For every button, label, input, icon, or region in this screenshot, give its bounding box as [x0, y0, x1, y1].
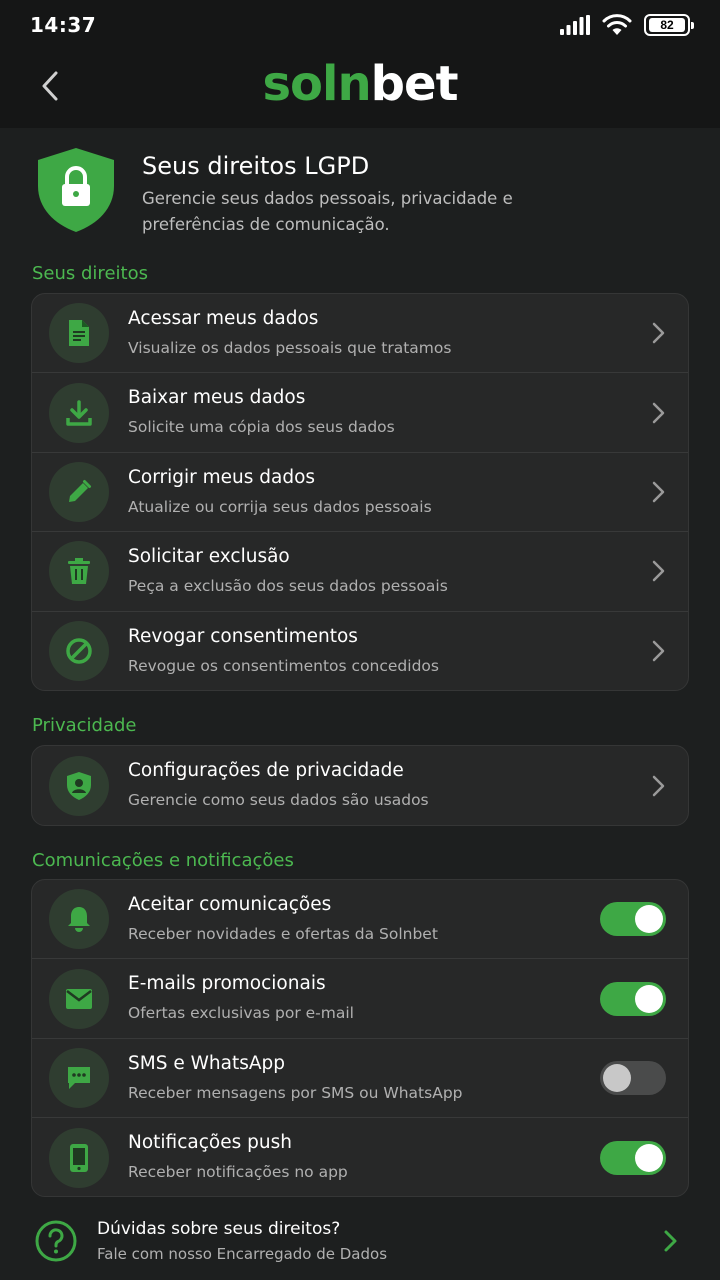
- status-icons: 82: [560, 14, 694, 36]
- privacy-item-settings[interactable]: Configurações de privacidade Gerencie co…: [32, 746, 688, 825]
- rights-item-delete[interactable]: Solicitar exclusão Peça a exclusão dos s…: [32, 532, 688, 612]
- toggle-accept-communications[interactable]: [600, 902, 666, 937]
- icon-circle: [49, 1047, 109, 1108]
- status-bar: 14:37 82: [0, 0, 720, 52]
- icon-circle: [49, 382, 109, 443]
- dpo-contact-link[interactable]: Dúvidas sobre seus direitos? Fale com no…: [0, 1200, 720, 1280]
- icon-circle: [49, 461, 109, 522]
- chat-icon: [68, 1066, 90, 1089]
- icon-circle: [49, 755, 109, 816]
- pencil-icon: [69, 479, 91, 502]
- chevron-right-icon: [652, 481, 665, 503]
- comm-item-sms: SMS e WhatsApp Receber mensagens por SMS…: [32, 1039, 688, 1119]
- item-subtitle: Atualize ou corrija seus dados pessoais: [128, 497, 432, 516]
- item-subtitle: Visualize os dados pessoais que tratamos: [128, 339, 452, 357]
- document-icon: [69, 320, 89, 347]
- icon-circle: [49, 968, 109, 1029]
- trash-icon: [68, 558, 90, 585]
- icon-circle: [49, 1127, 109, 1188]
- page-title: Seus direitos LGPD: [142, 152, 370, 180]
- rights-card: Acessar meus dados Visualize os dados pe…: [31, 293, 689, 691]
- item-title: Notificações push: [128, 1132, 292, 1154]
- item-title: E-mails promocionais: [128, 973, 326, 995]
- icon-circle: [49, 889, 109, 950]
- comm-item-push: Notificações push Receber notificações n…: [32, 1118, 688, 1196]
- item-title: Corrigir meus dados: [128, 466, 316, 488]
- item-title: Baixar meus dados: [128, 387, 306, 409]
- chevron-right-icon: [652, 322, 665, 344]
- top-bar: 14:37 82 solnbet: [0, 0, 720, 128]
- item-title: Acessar meus dados: [128, 308, 319, 329]
- item-subtitle: Receber novidades e ofertas da Solnbet: [128, 925, 438, 943]
- toggle-knob: [635, 984, 663, 1013]
- comm-item-accept: Aceitar comunicações Receber novidades e…: [32, 880, 688, 960]
- section-title-privacy: Privacidade: [32, 715, 137, 736]
- item-title: Solicitar exclusão: [128, 546, 290, 568]
- battery-level: 82: [649, 18, 685, 32]
- item-subtitle: Peça a exclusão dos seus dados pessoais: [128, 577, 448, 596]
- toggle-knob: [635, 905, 663, 934]
- toggle-promo-emails[interactable]: [600, 981, 666, 1016]
- rights-item-access[interactable]: Acessar meus dados Visualize os dados pe…: [32, 294, 688, 374]
- chevron-right-icon: [652, 775, 665, 796]
- chevron-right-icon: [652, 641, 665, 662]
- mail-icon: [66, 988, 92, 1009]
- footer-subtitle: Fale com nosso Encarregado de Dados: [97, 1245, 388, 1263]
- shield-lock-icon: [38, 148, 114, 232]
- toggle-knob: [603, 1063, 631, 1092]
- communications-card: Aceitar comunicações Receber novidades e…: [31, 879, 689, 1197]
- privacy-card: Configurações de privacidade Gerencie co…: [31, 745, 689, 826]
- bell-icon: [68, 907, 90, 933]
- item-subtitle: Gerencie como seus dados são usados: [128, 791, 429, 809]
- logo-part-green: soln: [262, 56, 371, 112]
- rights-item-download[interactable]: Baixar meus dados Solicite uma cópia dos…: [32, 373, 688, 453]
- status-time: 14:37: [30, 13, 97, 37]
- logo-part-white: bet: [370, 56, 459, 112]
- download-icon: [66, 399, 92, 426]
- section-title-communications: Comunicações e notificações: [32, 850, 294, 871]
- item-subtitle: Ofertas exclusivas por e-mail: [128, 1004, 354, 1023]
- block-icon: [66, 638, 92, 664]
- item-subtitle: Revogue os consentimentos concedidos: [128, 656, 439, 675]
- item-subtitle: Solicite uma cópia dos seus dados: [128, 418, 395, 437]
- section-title-rights: Seus direitos: [32, 263, 148, 284]
- rights-item-revoke[interactable]: Revogar consentimentos Revogue os consen…: [32, 612, 688, 690]
- icon-circle: [49, 303, 109, 364]
- app-logo: solnbet: [0, 56, 720, 112]
- chevron-right-icon: [652, 561, 665, 582]
- rights-item-correct[interactable]: Corrigir meus dados Atualize ou corrija …: [32, 453, 688, 533]
- wifi-icon: [602, 14, 632, 35]
- question-icon: [35, 1220, 77, 1262]
- icon-circle: [49, 541, 109, 602]
- comm-item-email: E-mails promocionais Ofertas exclusivas …: [32, 959, 688, 1039]
- item-subtitle: Receber notificações no app: [128, 1163, 348, 1182]
- page-description: Gerencie seus dados pessoais, privacidad…: [142, 189, 513, 234]
- item-title: Aceitar comunicações: [128, 894, 332, 915]
- icon-circle: [49, 621, 109, 682]
- battery-icon: 82: [644, 14, 694, 36]
- item-title: Revogar consentimentos: [128, 625, 358, 647]
- toggle-sms-whatsapp[interactable]: [600, 1060, 666, 1095]
- item-title: Configurações de privacidade: [128, 760, 404, 781]
- toggle-knob: [635, 1143, 663, 1172]
- item-subtitle: Receber mensagens por SMS ou WhatsApp: [128, 1083, 463, 1102]
- footer-title: Dúvidas sobre seus direitos?: [97, 1219, 341, 1239]
- chevron-right-icon: [664, 1230, 677, 1252]
- shield-user-icon: [67, 771, 91, 800]
- toggle-push-notifications[interactable]: [600, 1140, 666, 1175]
- signal-icon: [560, 15, 590, 35]
- phone-icon: [70, 1143, 88, 1172]
- item-title: SMS e WhatsApp: [128, 1052, 285, 1074]
- page-header: Seus direitos LGPD Gerencie seus dados p…: [34, 146, 694, 246]
- chevron-right-icon: [652, 402, 665, 423]
